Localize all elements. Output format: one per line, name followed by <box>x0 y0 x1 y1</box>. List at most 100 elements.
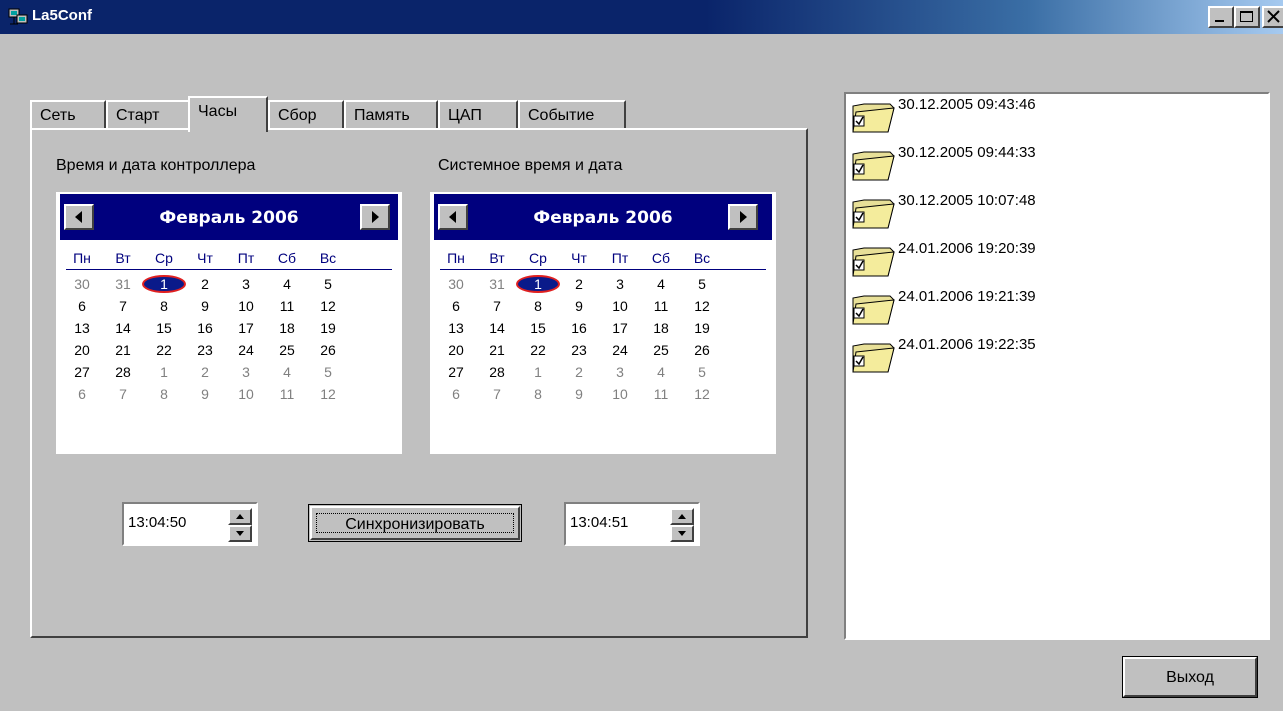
calendar-day[interactable]: 3 <box>228 276 264 292</box>
calendar-day[interactable]: 20 <box>64 342 100 358</box>
calendar-day[interactable]: 8 <box>146 386 182 402</box>
calendar-day[interactable]: 7 <box>479 386 515 402</box>
system-time-field[interactable]: 13:04:51 <box>564 502 700 546</box>
calendar-day[interactable]: 24 <box>228 342 264 358</box>
minimize-button[interactable] <box>1208 6 1234 28</box>
calendar-day[interactable]: 4 <box>643 276 679 292</box>
calendar-day[interactable]: 15 <box>520 320 556 336</box>
calendar-day[interactable]: 8 <box>520 386 556 402</box>
calendar-day[interactable]: 22 <box>520 342 556 358</box>
calendar-day[interactable]: 10 <box>602 298 638 314</box>
tab-memory[interactable]: Память <box>344 100 438 130</box>
controller-time-picker[interactable]: 13:04:50 <box>122 502 258 546</box>
calendar-day[interactable]: 16 <box>561 320 597 336</box>
list-item[interactable]: 30.12.2005 10:07:48 <box>850 192 1250 232</box>
calendar-day[interactable]: 5 <box>310 364 346 380</box>
calendar-day[interactable]: 6 <box>64 386 100 402</box>
calendar-day[interactable]: 7 <box>479 298 515 314</box>
calendar-day[interactable]: 3 <box>602 276 638 292</box>
calendar-day[interactable]: 3 <box>602 364 638 380</box>
system-calendar[interactable]: Февраль 2006 Пн Вт Ср Чт Пт Сб Вс 30 31 1 2 3 4 5 6 7 8 9… <box>430 192 776 454</box>
list-item[interactable]: 30.12.2005 09:44:33 <box>850 144 1250 184</box>
calendar-day[interactable]: 26 <box>310 342 346 358</box>
calendar-day[interactable]: 1 <box>520 364 556 380</box>
time-down-button[interactable] <box>670 525 694 542</box>
calendar-day[interactable]: 21 <box>105 342 141 358</box>
calendar-day[interactable]: 27 <box>438 364 474 380</box>
calendar-day[interactable]: 4 <box>269 364 305 380</box>
calendar-day[interactable]: 9 <box>187 386 223 402</box>
calendar-day[interactable]: 9 <box>561 298 597 314</box>
calendar-day[interactable]: 10 <box>228 298 264 314</box>
calendar-day[interactable]: 10 <box>602 386 638 402</box>
maximize-button[interactable] <box>1234 6 1260 28</box>
calendar-day[interactable]: 24 <box>602 342 638 358</box>
calendar-day[interactable]: 5 <box>684 364 720 380</box>
calendar-day[interactable]: 28 <box>105 364 141 380</box>
tab-network[interactable]: Сеть <box>30 100 106 130</box>
calendar-day[interactable]: 14 <box>105 320 141 336</box>
calendar-day-selected[interactable]: 1 <box>520 276 556 292</box>
system-time-picker[interactable]: 13:04:51 <box>564 502 700 546</box>
calendar-day[interactable]: 18 <box>643 320 679 336</box>
calendar-day[interactable]: 26 <box>684 342 720 358</box>
calendar-day[interactable]: 23 <box>187 342 223 358</box>
calendar-day[interactable]: 2 <box>561 364 597 380</box>
calendar-day[interactable]: 23 <box>561 342 597 358</box>
calendar-day[interactable]: 10 <box>228 386 264 402</box>
calendar-day[interactable]: 14 <box>479 320 515 336</box>
close-button[interactable] <box>1262 6 1283 28</box>
calendar-day[interactable]: 6 <box>438 386 474 402</box>
calendar-day[interactable]: 6 <box>438 298 474 314</box>
calendar-day[interactable]: 12 <box>310 298 346 314</box>
calendar-day[interactable]: 12 <box>310 386 346 402</box>
calendar-day[interactable]: 15 <box>146 320 182 336</box>
calendar-day[interactable]: 30 <box>64 276 100 292</box>
calendar-day[interactable]: 31 <box>105 276 141 292</box>
calendar-day[interactable]: 6 <box>64 298 100 314</box>
next-month-button[interactable] <box>360 204 390 230</box>
calendar-day[interactable]: 11 <box>269 386 305 402</box>
time-up-button[interactable] <box>228 508 252 525</box>
event-list[interactable]: 30.12.2005 09:43:46 30.12.2005 09:44:33 30… <box>844 92 1270 640</box>
calendar-day[interactable]: 25 <box>643 342 679 358</box>
calendar-day[interactable]: 31 <box>479 276 515 292</box>
calendar-day[interactable]: 27 <box>64 364 100 380</box>
calendar-day[interactable]: 18 <box>269 320 305 336</box>
calendar-day[interactable]: 25 <box>269 342 305 358</box>
calendar-day[interactable]: 2 <box>187 276 223 292</box>
calendar-day[interactable]: 17 <box>602 320 638 336</box>
calendar-day[interactable]: 13 <box>438 320 474 336</box>
calendar-day-selected[interactable]: 1 <box>146 276 182 292</box>
time-up-button[interactable] <box>670 508 694 525</box>
calendar-day[interactable]: 3 <box>228 364 264 380</box>
calendar-day[interactable]: 1 <box>146 364 182 380</box>
list-item[interactable]: 24.01.2006 19:22:35 <box>850 336 1250 376</box>
calendar-day[interactable]: 19 <box>310 320 346 336</box>
calendar-day[interactable]: 7 <box>105 298 141 314</box>
calendar-day[interactable]: 8 <box>520 298 556 314</box>
calendar-day[interactable]: 5 <box>684 276 720 292</box>
calendar-day[interactable]: 9 <box>561 386 597 402</box>
tab-dac[interactable]: ЦАП <box>438 100 518 130</box>
list-item[interactable]: 24.01.2006 19:21:39 <box>850 288 1250 328</box>
calendar-day[interactable]: 13 <box>64 320 100 336</box>
calendar-day[interactable]: 12 <box>684 386 720 402</box>
calendar-day[interactable]: 17 <box>228 320 264 336</box>
tab-clock[interactable]: Часы <box>188 96 268 132</box>
next-month-button[interactable] <box>728 204 758 230</box>
list-item[interactable]: 30.12.2005 09:43:46 <box>850 96 1250 136</box>
calendar-day[interactable]: 16 <box>187 320 223 336</box>
list-item[interactable]: 24.01.2006 19:20:39 <box>850 240 1250 280</box>
calendar-day[interactable]: 5 <box>310 276 346 292</box>
calendar-day[interactable]: 21 <box>479 342 515 358</box>
calendar-day[interactable]: 2 <box>561 276 597 292</box>
calendar-day[interactable]: 30 <box>438 276 474 292</box>
time-down-button[interactable] <box>228 525 252 542</box>
calendar-day[interactable]: 9 <box>187 298 223 314</box>
controller-time-field[interactable]: 13:04:50 <box>122 502 258 546</box>
calendar-day[interactable]: 8 <box>146 298 182 314</box>
tab-start[interactable]: Старт <box>106 100 190 130</box>
controller-calendar[interactable]: Февраль 2006 Пн Вт Ср Чт Пт Сб Вс 30 31 1 2 3 4 5 6 7 8 9… <box>56 192 402 454</box>
calendar-day[interactable]: 20 <box>438 342 474 358</box>
